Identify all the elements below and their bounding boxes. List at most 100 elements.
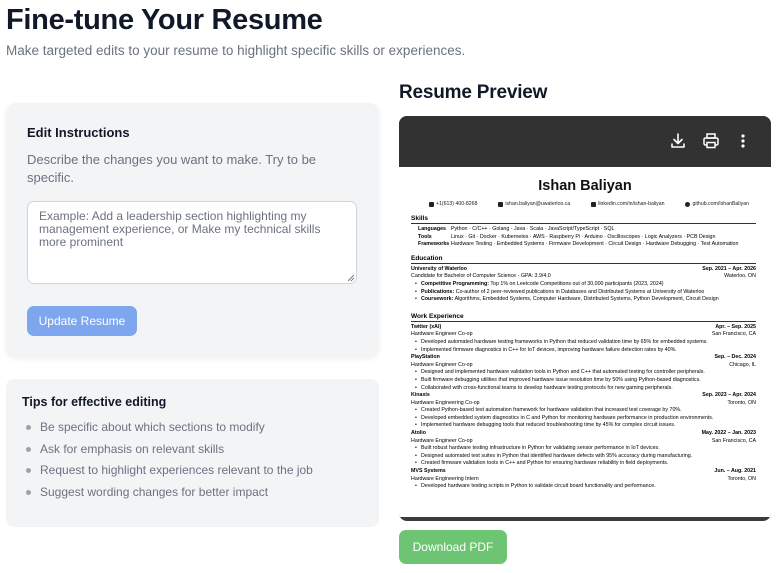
tip-item: Request to highlight experiences relevan… xyxy=(24,463,313,485)
list-item: Implemented hardware debugging tools tha… xyxy=(415,422,756,430)
edit-instructions-description: Describe the changes you want to make. T… xyxy=(27,152,317,185)
print-icon[interactable] xyxy=(701,131,721,151)
skill-label: Tools xyxy=(418,233,432,240)
contact-text: +1(613) 400-8268 xyxy=(436,201,478,207)
education-row: University of Waterloo Sep. 2021 – Apr. 2… xyxy=(411,266,756,274)
list-item: Designed automated test suites in Python… xyxy=(415,453,756,461)
list-item: Collaborated with cross-functional teams… xyxy=(415,385,756,393)
linkedin-icon xyxy=(591,201,597,207)
degree: Candidate for Bachelor of Computer Scien… xyxy=(411,273,551,280)
job-role: Hardware Engineer Co-op xyxy=(411,331,473,338)
education-row: Candidate for Bachelor of Computer Scien… xyxy=(411,273,756,281)
bullet-text: Algorithms, Embedded Systems, Computer H… xyxy=(454,296,719,303)
tip-item: Ask for emphasis on relevant skills xyxy=(24,442,313,464)
edit-instructions-input[interactable] xyxy=(27,201,357,284)
job-location: San Francisco, CA xyxy=(711,331,756,338)
tip-text: Suggest wording changes for better impac… xyxy=(40,484,269,499)
list-item: Implemented firmware diagnostics in C++ … xyxy=(415,347,756,355)
job-dates: Sep. – Dec. 2024 xyxy=(714,354,756,361)
more-vert-icon[interactable] xyxy=(733,131,753,151)
contact-github[interactable]: github.com/IshanBaliyan xyxy=(685,201,749,207)
company-name: Kinaxis xyxy=(411,392,430,399)
company-name: MVS Systems xyxy=(411,468,446,475)
skill-value: Linux · Git · Docker · Kubernetes · AWS … xyxy=(451,233,716,240)
pdf-toolbar xyxy=(399,116,771,167)
tip-item: Suggest wording changes for better impac… xyxy=(24,485,313,507)
job-location: San Francisco, CA xyxy=(711,437,756,444)
education-heading: Education xyxy=(411,252,756,264)
company-name: Atolio xyxy=(411,430,427,437)
company-name: Twitter (xAI) xyxy=(411,323,442,330)
skill-row: Frameworks Hardware Testing · Embedded Sy… xyxy=(411,241,756,249)
skill-row: Languages Python · C/C++ · Golang · Java … xyxy=(411,226,756,234)
contact-phone[interactable]: +1(613) 400-8268 xyxy=(429,201,477,207)
job-location: Chicago, IL xyxy=(729,361,756,368)
list-item: Coursework: Algorithms, Embedded Systems… xyxy=(415,296,756,304)
job-role: Hardware Engineer Co-op xyxy=(411,437,473,444)
experience-entry: Kinaxis Sep. 2023 – Apr. 2024 Hardware En… xyxy=(411,392,756,430)
resize-grip-icon[interactable] xyxy=(347,274,355,282)
skill-label: Frameworks xyxy=(418,241,450,248)
list-item: Developed automated hardware testing fra… xyxy=(415,339,756,347)
github-icon xyxy=(685,201,691,207)
page-subtitle: Make targeted edits to your resume to hi… xyxy=(6,43,466,58)
job-location: Toronto, ON xyxy=(727,399,756,406)
experience-entry: Twitter (xAI) Apr. – Sep. 2025 Hardware E… xyxy=(411,324,756,354)
job-location: Toronto, ON xyxy=(727,475,756,482)
contact-text: github.com/IshanBaliyan xyxy=(692,201,749,207)
tips-card: Tips for effective editing Be specific a… xyxy=(6,379,379,527)
skill-value: Python · C/C++ · Golang · Java · Scala ·… xyxy=(451,226,615,232)
contact-linkedin[interactable]: linkedin.com/in/ishan-baliyan xyxy=(591,201,665,207)
skill-value: Hardware Testing · Embedded Systems · Fi… xyxy=(451,241,739,248)
list-item: Developed embedded system diagnostics in… xyxy=(415,415,756,423)
job-role: Hardware Engineering Co-op xyxy=(411,399,480,406)
skill-row: Tools Linux · Git · Docker · Kubernetes ·… xyxy=(411,234,756,242)
bullet-icon xyxy=(26,425,31,430)
pdf-viewer[interactable]: Ishan Baliyan +1(613) 400-8268 ishan.bal… xyxy=(399,116,771,521)
resume-contacts: +1(613) 400-8268 ishan.baliyan@uwaterloo… xyxy=(429,201,749,207)
update-resume-button[interactable]: Update Resume xyxy=(27,306,137,336)
job-dates: Apr. – Sep. 2025 xyxy=(715,323,756,330)
list-item: Created Python-based test automation fra… xyxy=(415,407,756,415)
mail-icon xyxy=(498,201,504,207)
bullet-label: Publications: xyxy=(421,288,455,295)
tips-title: Tips for effective editing xyxy=(22,395,167,409)
list-item: Built robust hardware testing infrastruc… xyxy=(415,445,756,453)
edit-instructions-card: Edit Instructions Describe the changes y… xyxy=(6,103,379,357)
page-title: Fine-tune Your Resume xyxy=(6,4,323,36)
download-icon[interactable] xyxy=(668,131,688,151)
job-dates: Jun. – Aug. 2021 xyxy=(714,468,756,475)
list-item: Competitive Programming: Top 1% on Leetc… xyxy=(415,280,756,289)
bullet-label: Coursework: xyxy=(421,296,454,303)
contact-email[interactable]: ishan.baliyan@uwaterloo.ca xyxy=(498,201,570,207)
bullet-icon xyxy=(26,446,31,452)
resume-body: Skills Languages Python · C/C++ · Golang … xyxy=(411,212,756,491)
tip-item: Be specific about which sections to modi… xyxy=(24,420,313,442)
education-dates: Sep. 2021 – Apr. 2026 xyxy=(702,265,756,272)
job-role: Hardware Engineer Co-op xyxy=(411,361,473,368)
phone-icon xyxy=(429,201,434,207)
job-role: Hardware Engineering Intern xyxy=(411,475,479,482)
list-item: Publications: Co-author of 2 peer-review… xyxy=(415,288,756,297)
resume-preview-title: Resume Preview xyxy=(399,82,548,103)
bullet-text: Co-author of 2 peer-reviewed publication… xyxy=(455,288,705,295)
education-location: Waterloo, ON xyxy=(724,273,756,280)
experience-entry: PlayStation Sep. – Dec. 2024 Hardware Eng… xyxy=(411,354,756,392)
tips-list: Be specific about which sections to modi… xyxy=(24,420,313,506)
download-pdf-button[interactable]: Download PDF xyxy=(399,530,507,564)
job-dates: May. 2022 – Jan. 2023 xyxy=(701,430,756,437)
list-item: Created firmware validation tools in C++… xyxy=(415,460,756,468)
resume-page: Ishan Baliyan +1(613) 400-8268 ishan.bal… xyxy=(399,167,771,517)
experience-entry: Atolio May. 2022 – Jan. 2023 Hardware Eng… xyxy=(411,430,756,468)
skills-heading: Skills xyxy=(411,212,756,224)
resume-name: Ishan Baliyan xyxy=(538,178,632,194)
bullet-icon xyxy=(26,468,31,473)
edit-instructions-title: Edit Instructions xyxy=(27,125,130,140)
list-item: Designed and implemented hardware valida… xyxy=(415,369,756,377)
education-bullets: Competitive Programming: Top 1% on Leetc… xyxy=(411,281,756,304)
contact-text: ishan.baliyan@uwaterloo.ca xyxy=(505,201,571,207)
list-item: Developed hardware testing scripts in Py… xyxy=(415,483,756,491)
bullet-text: Top 1% on Leetcode Competitions out of 3… xyxy=(490,280,664,287)
tip-text: Request to highlight experiences relevan… xyxy=(40,463,313,477)
company-name: PlayStation xyxy=(411,354,440,361)
